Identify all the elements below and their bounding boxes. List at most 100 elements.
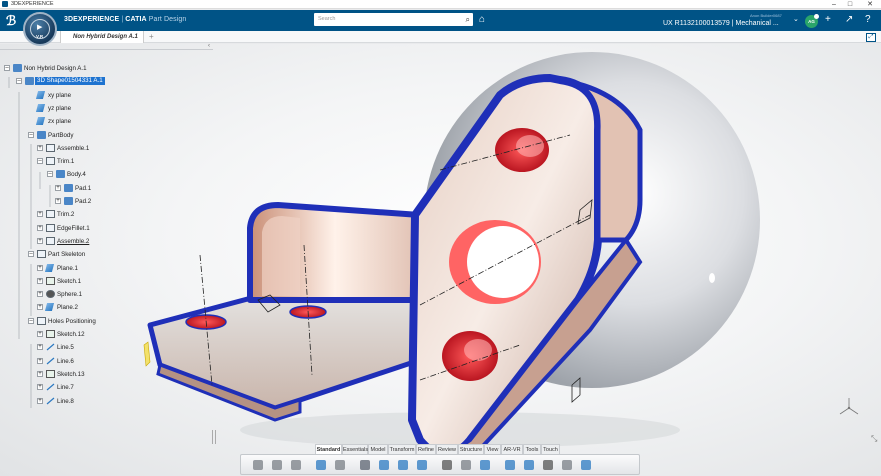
tree-node-label: Pad.2 <box>75 198 92 205</box>
panel-resize-grip[interactable] <box>212 430 216 444</box>
minimize-button[interactable]: – <box>827 0 841 9</box>
settings-icon[interactable] <box>560 458 574 472</box>
expand-plus-icon[interactable]: + <box>37 144 43 151</box>
collapse-minus-icon[interactable]: – <box>4 65 10 71</box>
compass-icon[interactable]: ▶ V.R <box>23 12 57 46</box>
tree-node[interactable]: + Assemble.2 <box>37 236 217 247</box>
tree-node[interactable]: zx plane <box>28 117 208 127</box>
expand-plus-icon[interactable]: + <box>37 357 43 364</box>
expand-plus-icon[interactable]: + <box>37 237 43 244</box>
measure-icon[interactable] <box>522 458 536 472</box>
update-icon[interactable] <box>333 458 347 472</box>
material-icon[interactable] <box>541 458 555 472</box>
expand-plus-icon[interactable]: + <box>37 331 43 337</box>
expand-plus-icon[interactable]: + <box>37 344 43 351</box>
view-cube-icon[interactable] <box>478 458 492 472</box>
tree-node[interactable]: + Plane.1 <box>37 263 217 274</box>
add-icon[interactable]: + <box>825 13 831 27</box>
tree-node[interactable]: yz plane <box>28 103 208 114</box>
tree-collapse-bar[interactable]: ‹ <box>0 43 213 50</box>
expand-plus-icon[interactable]: + <box>55 198 61 204</box>
tree-node[interactable]: + Trim.2 <box>37 210 217 220</box>
screen-icon[interactable] <box>579 458 593 472</box>
search-input[interactable]: Search ⌕ <box>314 13 473 26</box>
tree-node[interactable]: – Trim.1 <box>37 157 217 167</box>
tree-node[interactable]: – Holes Positioning <box>28 316 208 327</box>
render-icon[interactable] <box>459 458 473 472</box>
tab-non-hybrid-design[interactable]: Non Hybrid Design A.1 <box>60 31 144 43</box>
tree-node[interactable]: + Pad.2 <box>55 197 235 207</box>
pan-icon[interactable] <box>377 458 391 472</box>
chevron-down-icon[interactable]: ⌄ <box>793 13 799 27</box>
expand-plus-icon[interactable]: + <box>37 384 43 391</box>
close-button[interactable]: ✕ <box>863 0 877 9</box>
section-tab-structure[interactable]: Structure <box>458 444 484 454</box>
fit-all-icon[interactable]: ⤡ <box>871 434 877 444</box>
tree-node[interactable]: + EdgeFillet.1 <box>37 223 217 234</box>
tree-node[interactable]: – Non Hybrid Design A.1 <box>4 64 184 74</box>
expand-plus-icon[interactable]: + <box>37 264 43 271</box>
app-label: CATIA <box>125 16 147 23</box>
maximize-button[interactable]: □ <box>843 0 857 9</box>
tree-node[interactable]: + Assemble.1 <box>37 143 217 154</box>
properties-icon[interactable] <box>503 458 517 472</box>
collapse-minus-icon[interactable]: – <box>16 78 22 85</box>
expand-plus-icon[interactable]: + <box>55 184 61 191</box>
expand-plus-icon[interactable]: + <box>37 211 43 218</box>
expand-plus-icon[interactable]: + <box>37 224 43 231</box>
zoom-icon[interactable] <box>358 458 372 472</box>
copy-icon[interactable] <box>270 458 284 472</box>
collapse-minus-icon[interactable]: – <box>37 158 43 165</box>
expand-plus-icon[interactable]: + <box>37 277 43 284</box>
tree-node[interactable]: + Pad.1 <box>55 183 235 194</box>
tree-node[interactable]: + Line.8 <box>37 397 217 407</box>
tag-icon[interactable]: ⌂ <box>479 13 485 26</box>
tree-node[interactable]: + Plane.2 <box>37 303 217 313</box>
undo-icon[interactable] <box>314 458 328 472</box>
tree-node[interactable]: + Line.7 <box>37 383 217 393</box>
expand-plus-icon[interactable]: + <box>37 291 43 298</box>
rotate-icon[interactable] <box>396 458 410 472</box>
tree-node[interactable]: + Sketch.1 <box>37 276 217 287</box>
tree-node[interactable]: – Body.4 <box>47 170 227 180</box>
tree-node[interactable]: – Part Skeleton <box>28 250 208 260</box>
collab-space-title[interactable]: UX R1132100013579 | Mechanical ... <box>663 20 779 27</box>
body-icon <box>37 130 46 139</box>
tree-node[interactable]: + Line.5 <box>37 343 217 353</box>
tree-node[interactable]: + Line.6 <box>37 357 217 367</box>
section-tab-review[interactable]: Review <box>436 444 458 454</box>
section-tab-view[interactable]: View <box>484 444 501 454</box>
tree-node[interactable]: – PartBody <box>28 130 208 141</box>
share-icon[interactable]: ↗ <box>845 13 853 27</box>
search-icon[interactable] <box>415 458 429 472</box>
section-tab-model[interactable]: Model <box>368 444 388 454</box>
capture-icon[interactable] <box>440 458 454 472</box>
tree-node[interactable]: xy plane <box>28 90 208 101</box>
section-tab-tools[interactable]: Tools <box>523 444 541 454</box>
section-tab-refine[interactable]: Refine <box>416 444 436 454</box>
section-tab-standard[interactable]: Standard <box>315 444 342 454</box>
tree-node[interactable]: + Sketch.12 <box>37 330 217 340</box>
search-icon[interactable]: ⌕ <box>466 15 470 24</box>
collapse-minus-icon[interactable]: – <box>28 131 34 138</box>
tree-node[interactable]: + Sphere.1 <box>37 290 217 300</box>
add-tab-button[interactable]: + <box>149 32 154 41</box>
cut-icon[interactable] <box>251 458 265 472</box>
collapse-minus-icon[interactable]: – <box>47 171 53 178</box>
section-tab-ar-vr[interactable]: AR-VR <box>501 444 523 454</box>
tree-node[interactable]: + Sketch.13 <box>37 369 217 380</box>
section-tab-touch[interactable]: Touch <box>541 444 560 454</box>
help-icon[interactable]: ? <box>865 13 871 27</box>
expand-plus-icon[interactable]: + <box>37 304 43 311</box>
tree-node[interactable]: – 3D Shape01504331 A.1 <box>16 77 196 87</box>
section-tab-essentials[interactable]: Essentials <box>342 444 368 454</box>
section-tab-transform[interactable]: Transform <box>388 444 416 454</box>
expand-plus-icon[interactable]: + <box>37 370 43 377</box>
axis-triad-icon[interactable] <box>838 396 860 418</box>
collapse-minus-icon[interactable]: – <box>28 251 34 258</box>
expand-plus-icon[interactable]: + <box>37 397 43 404</box>
collapse-minus-icon[interactable]: – <box>28 317 34 324</box>
dassault-logo-icon[interactable]: ℬ <box>6 13 22 29</box>
expand-icon[interactable]: ⤢ <box>866 33 876 42</box>
paste-icon[interactable] <box>289 458 303 472</box>
